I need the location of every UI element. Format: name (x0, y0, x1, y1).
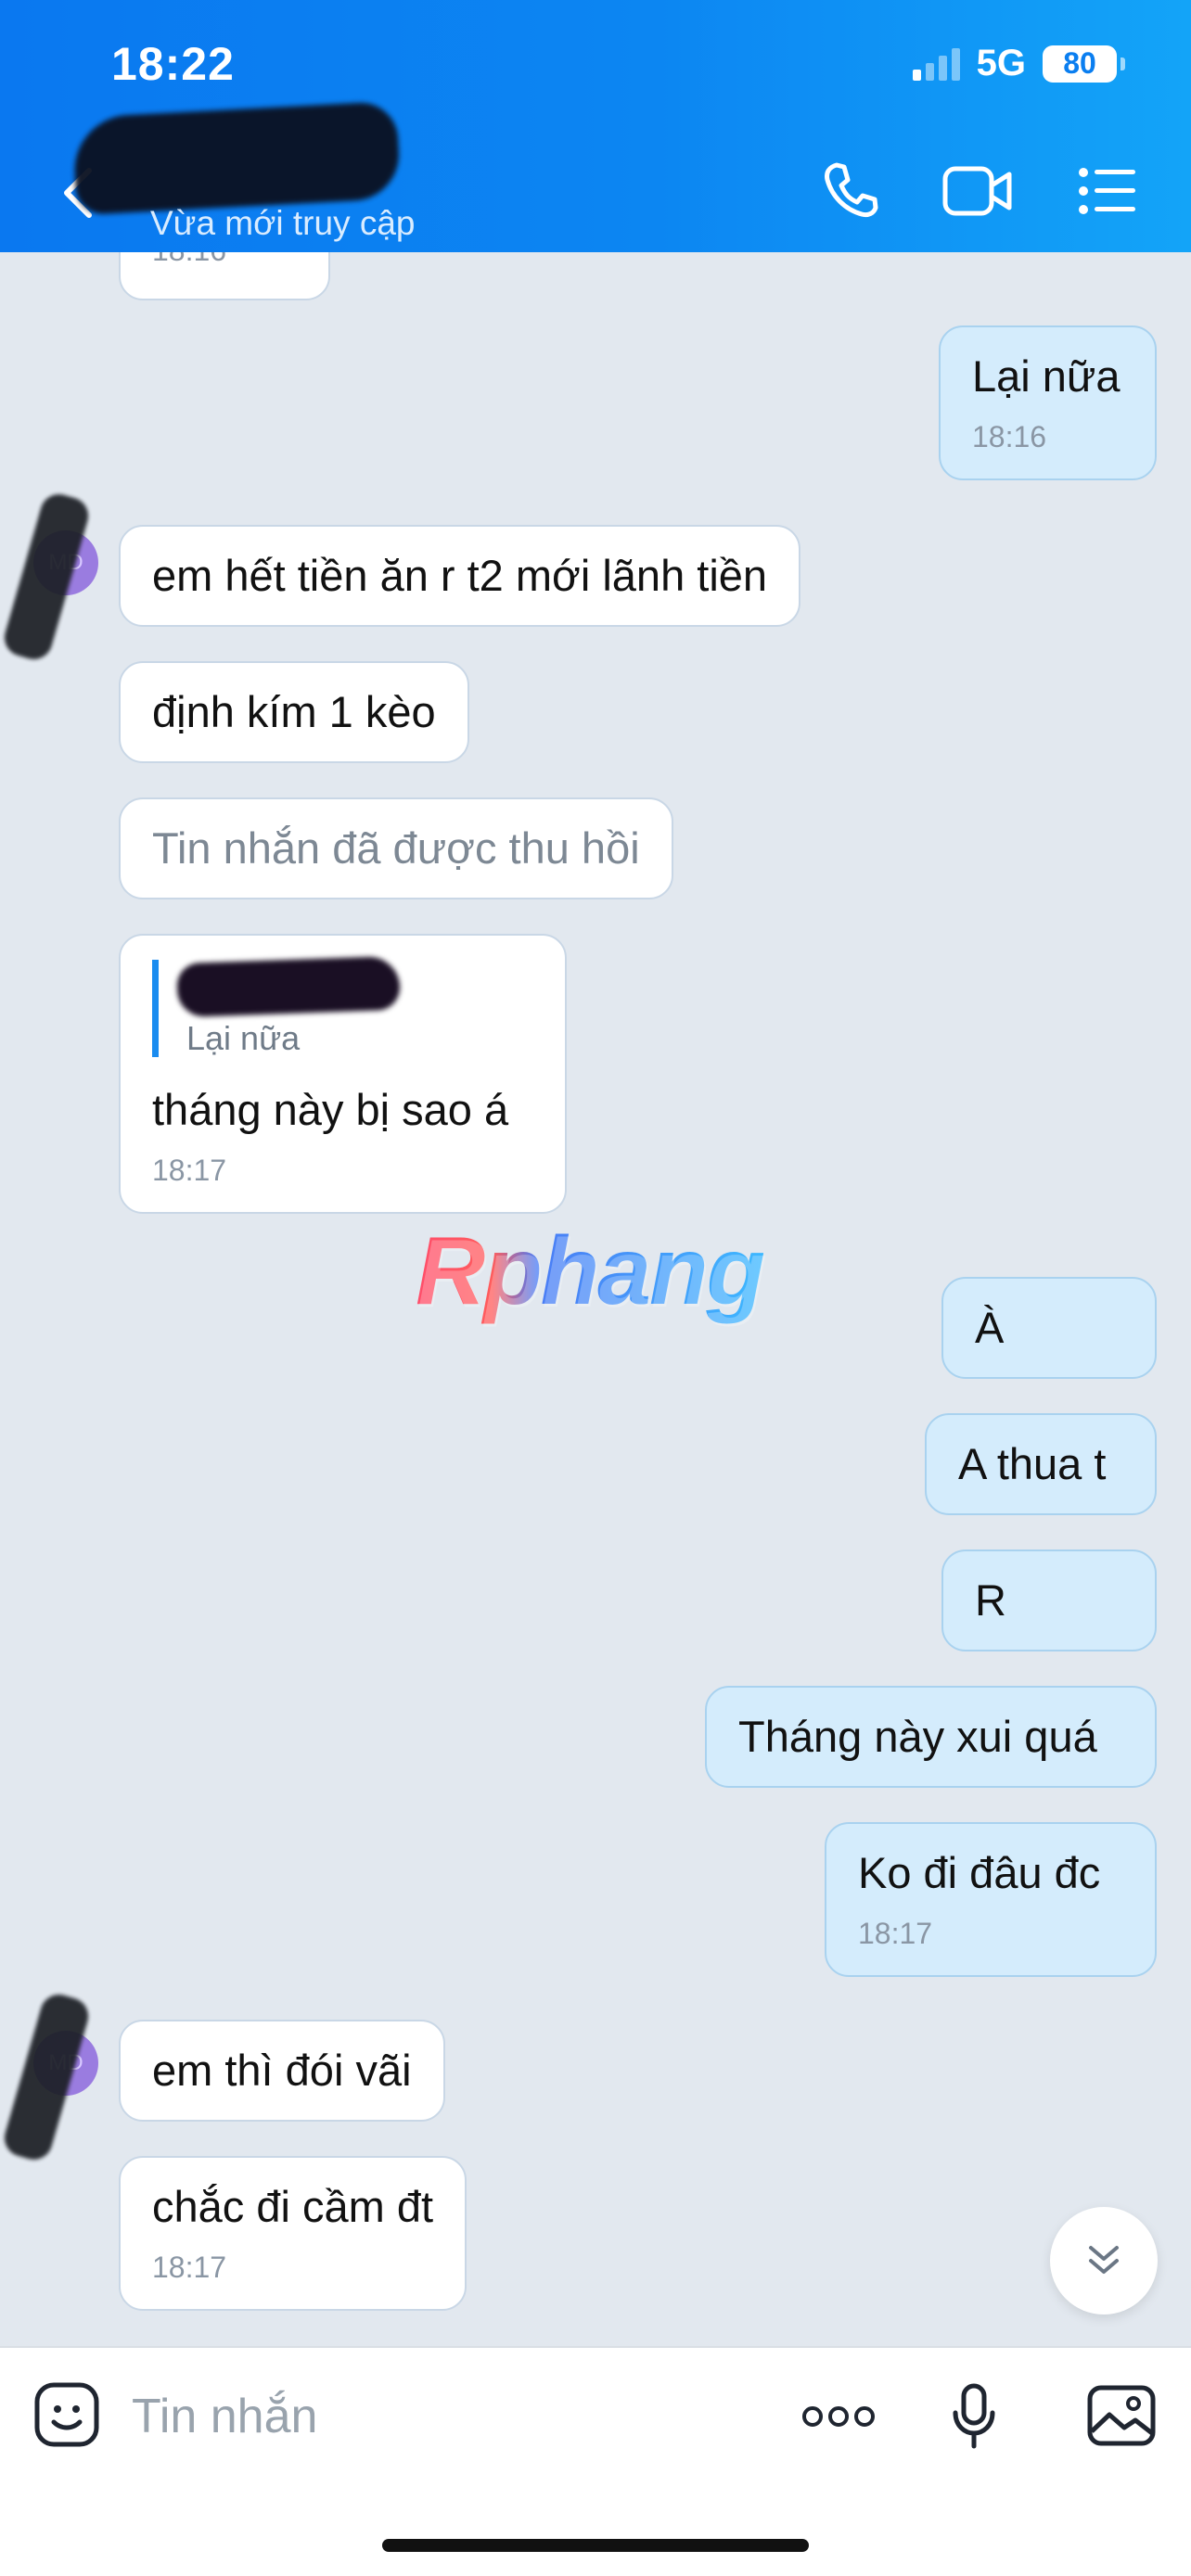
menu-list-icon (1079, 168, 1135, 214)
photo-button[interactable] (1087, 2385, 1156, 2451)
message-bubble-outgoing[interactable]: À (941, 1277, 1157, 1380)
avatar[interactable]: MD (0, 490, 109, 664)
contact-status: Vừa mới truy cập (150, 204, 416, 242)
message-list[interactable]: 18:16 Lại nữa 18:16 MD em hết tiền ăn r … (0, 252, 1191, 2346)
video-call-icon (942, 166, 1012, 216)
message-bubble-outgoing[interactable]: Lại nữa 18:16 (939, 325, 1157, 480)
emoji-icon (34, 2382, 99, 2447)
recalled-message-text: Tin nhắn đã được thu hồi (152, 823, 640, 873)
message-time: 18:16 (152, 252, 297, 268)
phone-icon (825, 162, 878, 218)
network-type: 5G (976, 43, 1026, 83)
message-text: tháng này bị sao á (152, 1085, 509, 1135)
microphone-icon (953, 2383, 995, 2449)
more-dots-icon (802, 2406, 875, 2427)
message-bubble-incoming[interactable]: em thì đói vãi (119, 2020, 445, 2123)
message-time: 18:16 (972, 420, 1047, 454)
avatar[interactable]: MD (0, 1990, 109, 2164)
message-bubble-incoming[interactable]: định kím 1 kèo (119, 661, 469, 764)
battery-icon: 80 (1043, 45, 1125, 83)
quoted-sender-redacted (176, 955, 401, 1018)
message-text: em hết tiền ăn r t2 mới lãnh tiền (152, 551, 768, 600)
message-text: R (975, 1575, 1006, 1625)
home-indicator[interactable] (382, 2539, 809, 2552)
video-call-button[interactable] (942, 165, 1013, 222)
scroll-to-bottom-button[interactable] (1050, 2207, 1158, 2315)
message-text: À (975, 1303, 1005, 1352)
double-chevron-down-icon (1089, 2246, 1119, 2274)
more-options-button[interactable] (801, 2405, 876, 2432)
message-bubble-incoming[interactable]: 18:16 (119, 252, 330, 300)
voice-button[interactable] (952, 2383, 996, 2455)
message-text: chắc đi cầm đt (152, 2182, 434, 2231)
message-input[interactable]: Tin nhắn (132, 2389, 317, 2444)
message-time: 18:17 (858, 1917, 933, 1951)
battery-level: 80 (1063, 46, 1096, 80)
status-indicators: 5G 80 (912, 43, 1125, 84)
message-bubble-incoming[interactable]: em hết tiền ăn r t2 mới lãnh tiền (119, 525, 801, 628)
message-text: em thì đói vãi (152, 2046, 412, 2095)
status-time: 18:22 (111, 38, 235, 90)
message-time: 18:17 (152, 2251, 227, 2285)
message-text: Ko đi đâu đc (858, 1848, 1101, 1897)
message-bubble-incoming[interactable]: chắc đi cầm đt 18:17 (119, 2156, 467, 2311)
watermark: Rphang (416, 1218, 765, 1325)
message-text: Lại nữa (972, 351, 1121, 401)
message-bubble-outgoing[interactable]: Ko đi đâu đc 18:17 (825, 1822, 1157, 1977)
signal-icon (912, 47, 960, 81)
message-bubble-outgoing[interactable]: R (941, 1549, 1157, 1652)
message-bubble-recalled[interactable]: Tin nhắn đã được thu hồi (119, 797, 673, 900)
call-button[interactable] (820, 159, 881, 225)
message-text: Tháng này xui quá (738, 1712, 1097, 1761)
message-text: A thua t (958, 1439, 1107, 1488)
quoted-message[interactable]: Lại nữa (152, 955, 533, 1058)
contact-name-redacted[interactable] (71, 100, 402, 216)
message-bubble-outgoing[interactable]: Tháng này xui quá (705, 1686, 1157, 1789)
chat-header: 18:22 5G 80 Vừa mới truy cập (0, 0, 1191, 252)
sticker-button[interactable] (33, 2381, 100, 2453)
message-bubble-outgoing[interactable]: A thua t (925, 1413, 1157, 1516)
menu-button[interactable] (1078, 167, 1137, 220)
message-time: 18:17 (152, 1154, 227, 1188)
message-text: định kím 1 kèo (152, 687, 436, 736)
image-icon (1087, 2385, 1156, 2446)
quoted-text: Lại nữa (186, 1019, 301, 1057)
message-bubble-reply[interactable]: Lại nữa tháng này bị sao á 18:17 (119, 934, 567, 1215)
